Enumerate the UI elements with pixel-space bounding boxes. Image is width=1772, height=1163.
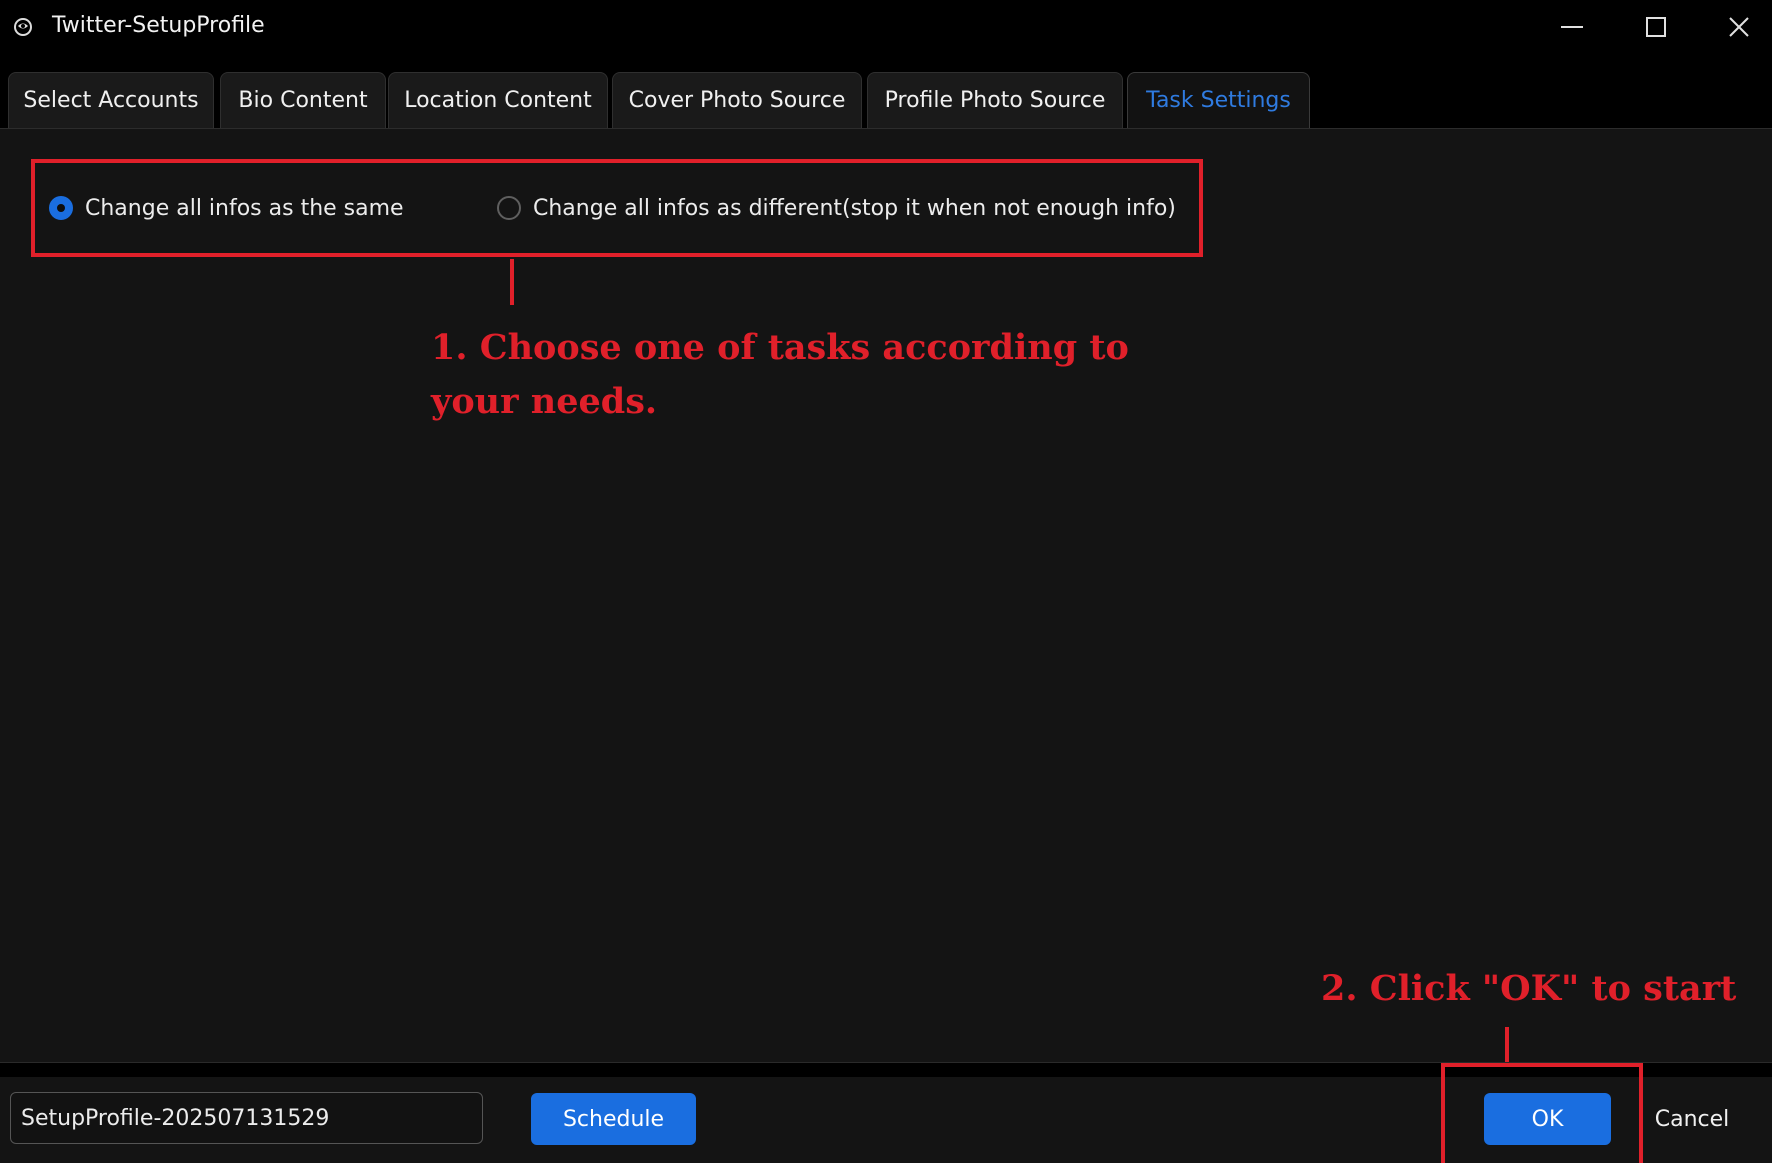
tab-task-settings[interactable]: Task Settings (1127, 72, 1310, 128)
annotation-highlight-ok (1441, 1063, 1643, 1163)
tab-bar: Select Accounts Bio Content Location Con… (0, 62, 1772, 128)
close-icon[interactable] (1722, 10, 1756, 44)
task-name-input[interactable] (10, 1092, 483, 1144)
app-icon (14, 18, 32, 36)
maximize-icon[interactable] (1639, 10, 1673, 44)
tab-select-accounts[interactable]: Select Accounts (8, 72, 214, 128)
cancel-button[interactable]: Cancel (1642, 1093, 1742, 1145)
tab-location-content[interactable]: Location Content (388, 72, 608, 128)
annotation-highlight-options (31, 159, 1203, 257)
task-settings-panel: Change all infos as the same Change all … (0, 128, 1772, 1063)
tab-profile-photo-source[interactable]: Profile Photo Source (867, 72, 1123, 128)
annotation-step1-line1: 1. Choose one of tasks according to (431, 327, 1129, 368)
title-bar: Twitter-SetupProfile (0, 0, 1772, 54)
minimize-icon[interactable] (1555, 10, 1589, 44)
tab-cover-photo-source[interactable]: Cover Photo Source (612, 72, 862, 128)
annotation-step2: 2. Click "OK" to start (1321, 968, 1737, 1009)
tab-bio-content[interactable]: Bio Content (220, 72, 386, 128)
window-title: Twitter-SetupProfile (52, 13, 265, 38)
footer-bar: Schedule OK Cancel (0, 1062, 1772, 1163)
schedule-button[interactable]: Schedule (531, 1093, 696, 1145)
annotation-step1-line2: your needs. (431, 381, 658, 422)
annotation-pointer-line-2 (1505, 1027, 1509, 1063)
annotation-pointer-line (510, 259, 514, 305)
